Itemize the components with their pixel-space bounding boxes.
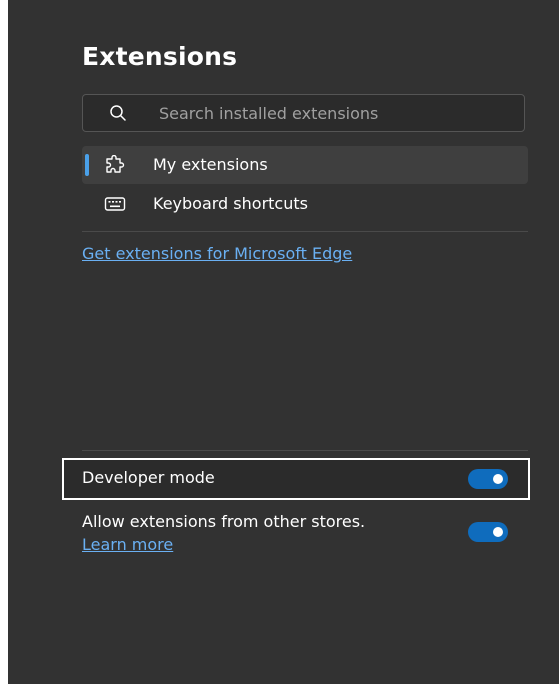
nav-item-label: My extensions (153, 155, 268, 174)
developer-mode-toggle[interactable] (468, 469, 508, 489)
get-extensions-link[interactable]: Get extensions for Microsoft Edge (82, 244, 352, 263)
page-title: Extensions (82, 42, 238, 71)
nav-item-keyboard-shortcuts[interactable]: Keyboard shortcuts (82, 185, 528, 223)
developer-mode-label: Developer mode (82, 468, 215, 487)
puzzle-icon (106, 155, 125, 173)
search-icon (110, 105, 126, 121)
toggle-knob (493, 527, 503, 537)
other-stores-toggle[interactable] (468, 522, 508, 542)
learn-more-link[interactable]: Learn more (82, 535, 173, 554)
divider (82, 450, 528, 451)
search-input[interactable] (159, 95, 509, 131)
developer-mode-row: Developer mode (62, 458, 530, 500)
nav-item-label: Keyboard shortcuts (153, 194, 308, 213)
search-box[interactable] (82, 94, 525, 132)
divider (82, 231, 528, 232)
extensions-sidebar: Extensions My extensions Keyboard shortc… (8, 0, 559, 684)
toggle-knob (493, 474, 503, 484)
keyboard-icon (104, 197, 126, 211)
active-indicator (85, 154, 89, 176)
other-stores-label: Allow extensions from other stores. (82, 512, 366, 531)
nav-item-my-extensions[interactable]: My extensions (82, 146, 528, 184)
other-stores-setting: Allow extensions from other stores. Lear… (82, 510, 402, 556)
